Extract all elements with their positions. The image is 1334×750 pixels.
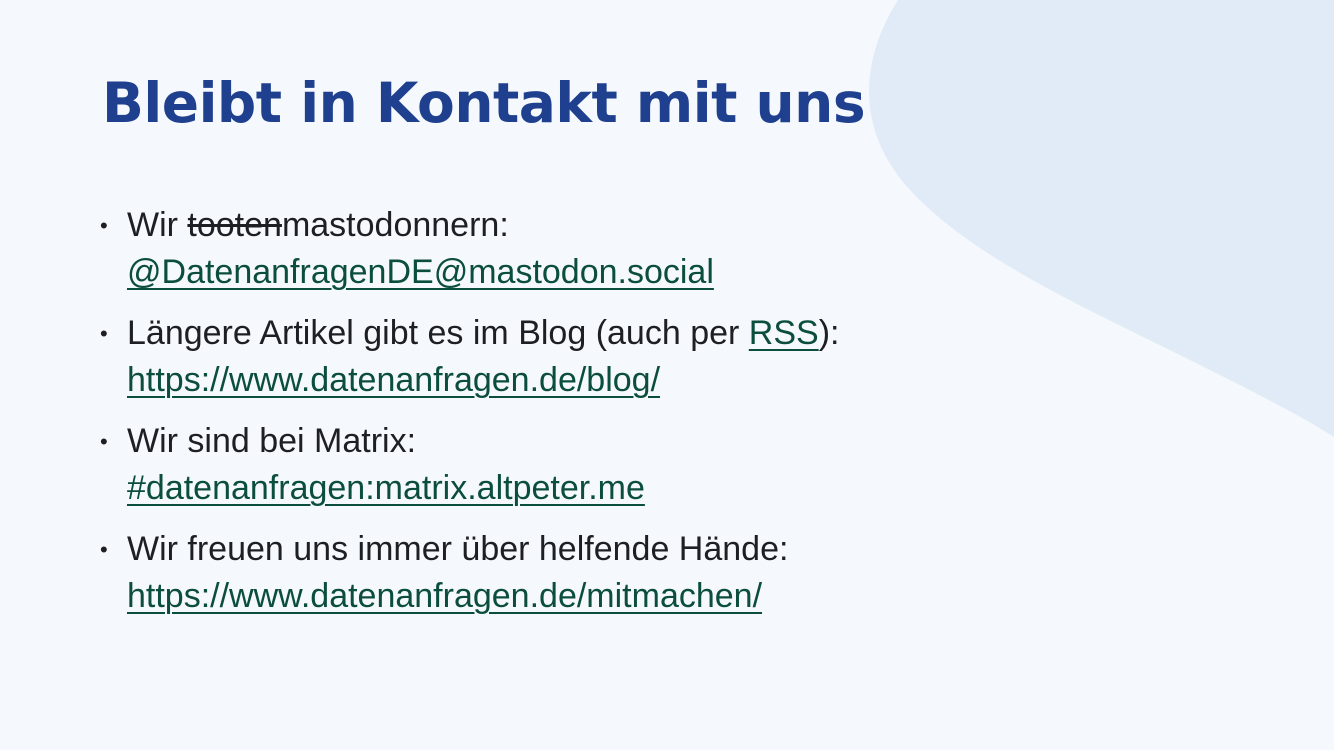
bullet-icon: • <box>100 213 108 238</box>
bullet-text: Wir sind bei Matrix: <box>127 422 417 460</box>
bullet-text-suffix: ): <box>818 314 840 352</box>
bullet-text: Wir freuen uns immer über helfende Hände… <box>127 530 789 568</box>
bullet-icon: • <box>100 429 108 454</box>
list-item-mastodon: • Wir tootenmastodonnern: @Datenanfragen… <box>100 202 1000 296</box>
page-title: Bleibt in Kontakt mit uns <box>102 71 866 135</box>
blog-link[interactable]: https://www.datenanfragen.de/blog/ <box>127 361 660 399</box>
matrix-link[interactable]: #datenanfragen:matrix.altpeter.me <box>127 469 645 507</box>
bullet-icon: • <box>100 321 108 346</box>
list-item-matrix: • Wir sind bei Matrix: #datenanfragen:ma… <box>100 418 1000 512</box>
mastodon-link[interactable]: @DatenanfragenDE@mastodon.social <box>127 253 714 291</box>
list-item-mitmachen: • Wir freuen uns immer über helfende Hän… <box>100 526 1000 620</box>
bullet-text: Längere Artikel gibt es im Blog (auch pe… <box>127 314 749 352</box>
struck-word: tooten <box>187 206 282 244</box>
bullet-text-prefix: Wir <box>127 206 188 244</box>
bullet-text: mastodonnern: <box>281 206 509 244</box>
bullet-list: • Wir tootenmastodonnern: @Datenanfragen… <box>100 202 1000 634</box>
list-item-blog: • Längere Artikel gibt es im Blog (auch … <box>100 310 1000 404</box>
mitmachen-link[interactable]: https://www.datenanfragen.de/mitmachen/ <box>127 577 762 615</box>
rss-link[interactable]: RSS <box>749 314 819 352</box>
bullet-icon: • <box>100 537 108 562</box>
